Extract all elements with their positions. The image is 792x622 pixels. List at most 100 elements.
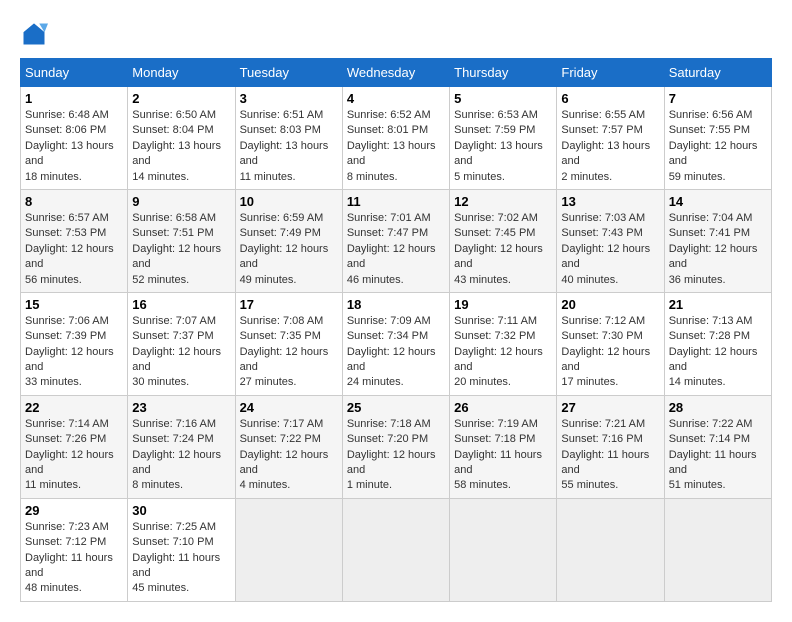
calendar-cell: 30 Sunrise: 7:25 AMSunset: 7:10 PMDayligh… bbox=[128, 498, 235, 601]
weekday-header: Thursday bbox=[450, 59, 557, 87]
day-info: Sunrise: 6:56 AMSunset: 7:55 PMDaylight:… bbox=[669, 108, 767, 185]
day-info: Sunrise: 7:03 AMSunset: 7:43 PMDaylight:… bbox=[561, 211, 659, 288]
day-info: Sunrise: 6:57 AMSunset: 7:53 PMDaylight:… bbox=[25, 211, 123, 288]
day-number: 29 bbox=[25, 503, 123, 518]
day-info: Sunrise: 6:53 AMSunset: 7:59 PMDaylight:… bbox=[454, 108, 552, 185]
day-number: 15 bbox=[25, 297, 123, 312]
calendar-cell: 26Sunrise: 7:19 AMSunset: 7:18 PMDayligh… bbox=[450, 395, 557, 498]
calendar-cell bbox=[664, 498, 771, 601]
logo bbox=[20, 20, 52, 48]
day-info: Sunrise: 6:58 AMSunset: 7:51 PMDaylight:… bbox=[132, 211, 230, 288]
day-info: Sunrise: 6:50 AMSunset: 8:04 PMDaylight:… bbox=[132, 108, 230, 185]
day-number: 10 bbox=[240, 194, 338, 209]
day-number: 1 bbox=[25, 91, 123, 106]
calendar-cell: 27 Sunrise: 7:21 AMSunset: 7:16 PMDayligh… bbox=[557, 395, 664, 498]
weekday-header: Friday bbox=[557, 59, 664, 87]
day-number: 19 bbox=[454, 297, 552, 312]
calendar-cell: 29 Sunrise: 7:23 AMSunset: 7:12 PMDayligh… bbox=[21, 498, 128, 601]
calendar-week-row: 22 Sunrise: 7:14 AMSunset: 7:26 PMDayligh… bbox=[21, 395, 772, 498]
day-number: 8 bbox=[25, 194, 123, 209]
calendar-cell: 9 Sunrise: 6:58 AMSunset: 7:51 PMDaylight… bbox=[128, 189, 235, 292]
day-info: Sunrise: 7:01 AMSunset: 7:47 PMDaylight:… bbox=[347, 211, 445, 288]
weekday-header-row: SundayMondayTuesdayWednesdayThursdayFrid… bbox=[21, 59, 772, 87]
day-number: 7 bbox=[669, 91, 767, 106]
calendar-week-row: 8 Sunrise: 6:57 AMSunset: 7:53 PMDaylight… bbox=[21, 189, 772, 292]
logo-icon bbox=[20, 20, 48, 48]
day-number: 22 bbox=[25, 400, 123, 415]
calendar-table: SundayMondayTuesdayWednesdayThursdayFrid… bbox=[20, 58, 772, 602]
page-header bbox=[20, 20, 772, 48]
weekday-header: Wednesday bbox=[342, 59, 449, 87]
day-number: 6 bbox=[561, 91, 659, 106]
weekday-header: Tuesday bbox=[235, 59, 342, 87]
calendar-cell bbox=[342, 498, 449, 601]
calendar-cell bbox=[450, 498, 557, 601]
day-number: 27 bbox=[561, 400, 659, 415]
day-info: Sunrise: 7:14 AMSunset: 7:26 PMDaylight:… bbox=[25, 417, 123, 494]
day-info: Sunrise: 6:52 AMSunset: 8:01 PMDaylight:… bbox=[347, 108, 445, 185]
day-number: 24 bbox=[240, 400, 338, 415]
day-info: Sunrise: 6:59 AMSunset: 7:49 PMDaylight:… bbox=[240, 211, 338, 288]
day-number: 18 bbox=[347, 297, 445, 312]
calendar-cell: 25 Sunrise: 7:18 AMSunset: 7:20 PMDayligh… bbox=[342, 395, 449, 498]
calendar-cell: 3 Sunrise: 6:51 AMSunset: 8:03 PMDaylight… bbox=[235, 87, 342, 190]
day-number: 30 bbox=[132, 503, 230, 518]
calendar-cell: 7 Sunrise: 6:56 AMSunset: 7:55 PMDaylight… bbox=[664, 87, 771, 190]
calendar-cell: 11 Sunrise: 7:01 AMSunset: 7:47 PMDayligh… bbox=[342, 189, 449, 292]
calendar-cell: 20 Sunrise: 7:12 AMSunset: 7:30 PMDayligh… bbox=[557, 292, 664, 395]
day-info: Sunrise: 7:22 AMSunset: 7:14 PMDaylight:… bbox=[669, 417, 767, 494]
day-info: Sunrise: 6:48 AMSunset: 8:06 PMDaylight:… bbox=[25, 108, 123, 185]
day-number: 20 bbox=[561, 297, 659, 312]
day-info: Sunrise: 7:21 AMSunset: 7:16 PMDaylight:… bbox=[561, 417, 659, 494]
calendar-cell: 23 Sunrise: 7:16 AMSunset: 7:24 PMDayligh… bbox=[128, 395, 235, 498]
day-number: 3 bbox=[240, 91, 338, 106]
day-number: 28 bbox=[669, 400, 767, 415]
day-info: Sunrise: 7:08 AMSunset: 7:35 PMDaylight:… bbox=[240, 314, 338, 391]
calendar-cell: 21Sunrise: 7:13 AMSunset: 7:28 PMDayligh… bbox=[664, 292, 771, 395]
weekday-header: Sunday bbox=[21, 59, 128, 87]
day-info: Sunrise: 7:04 AMSunset: 7:41 PMDaylight:… bbox=[669, 211, 767, 288]
day-number: 16 bbox=[132, 297, 230, 312]
day-info: Sunrise: 6:51 AMSunset: 8:03 PMDaylight:… bbox=[240, 108, 338, 185]
calendar-cell: 2 Sunrise: 6:50 AMSunset: 8:04 PMDaylight… bbox=[128, 87, 235, 190]
calendar-cell: 13 Sunrise: 7:03 AMSunset: 7:43 PMDayligh… bbox=[557, 189, 664, 292]
day-number: 14 bbox=[669, 194, 767, 209]
calendar-cell: 10 Sunrise: 6:59 AMSunset: 7:49 PMDayligh… bbox=[235, 189, 342, 292]
day-info: Sunrise: 7:16 AMSunset: 7:24 PMDaylight:… bbox=[132, 417, 230, 494]
calendar-cell: 8 Sunrise: 6:57 AMSunset: 7:53 PMDaylight… bbox=[21, 189, 128, 292]
day-info: Sunrise: 7:12 AMSunset: 7:30 PMDaylight:… bbox=[561, 314, 659, 391]
weekday-header: Monday bbox=[128, 59, 235, 87]
day-number: 13 bbox=[561, 194, 659, 209]
day-info: Sunrise: 7:17 AMSunset: 7:22 PMDaylight:… bbox=[240, 417, 338, 494]
day-info: Sunrise: 7:11 AMSunset: 7:32 PMDaylight:… bbox=[454, 314, 552, 391]
calendar-cell bbox=[235, 498, 342, 601]
day-info: Sunrise: 7:02 AMSunset: 7:45 PMDaylight:… bbox=[454, 211, 552, 288]
day-info: Sunrise: 7:09 AMSunset: 7:34 PMDaylight:… bbox=[347, 314, 445, 391]
day-info: Sunrise: 6:55 AMSunset: 7:57 PMDaylight:… bbox=[561, 108, 659, 185]
calendar-week-row: 1 Sunrise: 6:48 AMSunset: 8:06 PMDaylight… bbox=[21, 87, 772, 190]
day-info: Sunrise: 7:23 AMSunset: 7:12 PMDaylight:… bbox=[25, 520, 123, 597]
calendar-cell: 28 Sunrise: 7:22 AMSunset: 7:14 PMDayligh… bbox=[664, 395, 771, 498]
day-info: Sunrise: 7:07 AMSunset: 7:37 PMDaylight:… bbox=[132, 314, 230, 391]
day-number: 12 bbox=[454, 194, 552, 209]
calendar-cell: 4Sunrise: 6:52 AMSunset: 8:01 PMDaylight… bbox=[342, 87, 449, 190]
calendar-cell: 1 Sunrise: 6:48 AMSunset: 8:06 PMDaylight… bbox=[21, 87, 128, 190]
calendar-cell: 18 Sunrise: 7:09 AMSunset: 7:34 PMDayligh… bbox=[342, 292, 449, 395]
day-info: Sunrise: 7:18 AMSunset: 7:20 PMDaylight:… bbox=[347, 417, 445, 494]
day-number: 17 bbox=[240, 297, 338, 312]
calendar-week-row: 29 Sunrise: 7:23 AMSunset: 7:12 PMDayligh… bbox=[21, 498, 772, 601]
calendar-cell: 12 Sunrise: 7:02 AMSunset: 7:45 PMDayligh… bbox=[450, 189, 557, 292]
day-info: Sunrise: 7:25 AMSunset: 7:10 PMDaylight:… bbox=[132, 520, 230, 597]
calendar-cell bbox=[557, 498, 664, 601]
day-number: 9 bbox=[132, 194, 230, 209]
day-number: 21 bbox=[669, 297, 767, 312]
day-number: 5 bbox=[454, 91, 552, 106]
day-number: 2 bbox=[132, 91, 230, 106]
calendar-cell: 22 Sunrise: 7:14 AMSunset: 7:26 PMDayligh… bbox=[21, 395, 128, 498]
day-number: 11 bbox=[347, 194, 445, 209]
calendar-cell: 16 Sunrise: 7:07 AMSunset: 7:37 PMDayligh… bbox=[128, 292, 235, 395]
calendar-cell: 6 Sunrise: 6:55 AMSunset: 7:57 PMDaylight… bbox=[557, 87, 664, 190]
calendar-week-row: 15Sunrise: 7:06 AMSunset: 7:39 PMDayligh… bbox=[21, 292, 772, 395]
day-number: 25 bbox=[347, 400, 445, 415]
day-number: 23 bbox=[132, 400, 230, 415]
